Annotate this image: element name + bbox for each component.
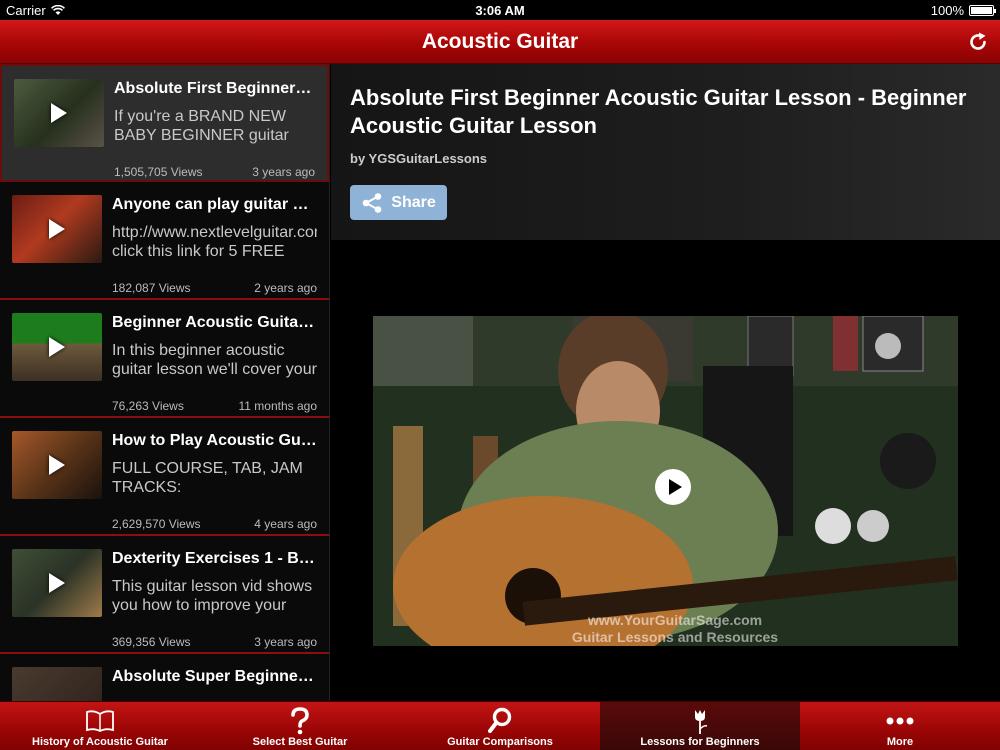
video-thumbnail: [12, 313, 102, 381]
video-author: by YGSGuitarLessons: [350, 151, 488, 166]
video-thumbnail: [14, 79, 104, 147]
book-icon: [86, 710, 114, 733]
view-count: 369,356 Views: [112, 635, 191, 649]
tab-bar: History of Acoustic Guitar Select Best G…: [0, 701, 1000, 750]
video-list-item[interactable]: Absolute Super Beginner Lesson: [0, 654, 329, 701]
video-description: In this beginner acoustic guitar lesson …: [112, 342, 317, 378]
video-title: Beginner Acoustic Guitar Lesson #1: [112, 314, 317, 331]
page-title: Acoustic Guitar: [421, 29, 579, 53]
play-icon: [49, 219, 65, 239]
battery-percent: 100%: [930, 2, 964, 18]
carrier-label: Carrier: [6, 2, 46, 18]
tab-label: More: [886, 736, 914, 748]
watermark-line1: www.YourGuitarSage.com: [587, 612, 763, 628]
battery-icon: [969, 4, 996, 16]
video-age: 2 years ago: [254, 281, 317, 295]
video-list-item[interactable]: Anyone can play guitar easily http://www…: [0, 182, 329, 300]
video-list-item[interactable]: Dexterity Exercises 1 - Beginner This gu…: [0, 536, 329, 654]
tab-label: History of Acoustic Guitar: [32, 736, 168, 748]
video-title: Absolute First Beginner Acoustic Guitar …: [114, 80, 315, 97]
view-count: 1,505,705 Views: [114, 165, 203, 179]
refresh-icon: [970, 32, 986, 50]
tab-select-guitar[interactable]: Select Best Guitar: [200, 702, 400, 750]
video-age: 3 years ago: [254, 635, 317, 649]
magnifier-icon: [488, 707, 512, 733]
play-icon: [49, 455, 65, 475]
video-age: 3 years ago: [252, 165, 315, 179]
video-description: FULL COURSE, TAB, JAM TRACKS:: [112, 460, 303, 496]
view-count: 76,263 Views: [112, 399, 184, 413]
watermark-line2: Guitar Lessons and Resources: [571, 629, 779, 645]
video-watermark: www.YourGuitarSage.com Guitar Lessons an…: [545, 612, 805, 646]
question-icon: [291, 707, 309, 735]
video-thumbnail: [12, 549, 102, 617]
video-detail-title: Absolute First Beginner Acoustic Guitar …: [350, 85, 967, 138]
tab-label: Lessons for Beginners: [640, 736, 760, 748]
video-title: Absolute Super Beginner Lesson: [112, 668, 317, 685]
video-title: Anyone can play guitar easily: [112, 196, 317, 213]
nav-bar: Acoustic Guitar: [0, 20, 1000, 64]
view-count: 2,629,570 Views: [112, 517, 201, 531]
view-count: 182,087 Views: [112, 281, 191, 295]
tulip-icon: [695, 710, 708, 734]
video-thumbnail: [12, 667, 102, 701]
share-label: Share: [391, 193, 436, 211]
status-left: Carrier: [6, 3, 65, 18]
clock: 3:06 AM: [475, 2, 525, 18]
play-icon: [49, 573, 65, 593]
tab-comparisons[interactable]: Guitar Comparisons: [400, 702, 600, 750]
status-right: 100%: [930, 2, 996, 18]
more-dots-icon: [886, 717, 914, 725]
video-age: 11 months ago: [238, 399, 318, 413]
tab-lessons[interactable]: Lessons for Beginners: [600, 702, 800, 750]
video-age: 4 years ago: [254, 517, 317, 531]
video-description: If you're a BRAND NEW BABY BEGINNER guit…: [114, 108, 289, 144]
video-list-item[interactable]: How to Play Acoustic Guitar FULL COURSE,…: [0, 418, 329, 536]
share-icon: [362, 192, 382, 213]
wifi-icon: [50, 4, 65, 15]
video-list-item[interactable]: Beginner Acoustic Guitar Lesson #1 In th…: [0, 300, 329, 418]
share-button[interactable]: Share: [350, 185, 447, 220]
video-title: Dexterity Exercises 1 - Beginner: [112, 550, 317, 567]
play-icon: [51, 103, 67, 123]
video-thumbnail: [12, 431, 102, 499]
video-description: http://www.nextlevelguitar.com click thi…: [112, 224, 317, 260]
play-icon: [49, 337, 65, 357]
video-thumbnail: [12, 195, 102, 263]
video-description: This guitar lesson vid shows you how to …: [112, 578, 313, 614]
tab-more[interactable]: More: [800, 702, 1000, 750]
video-play-button[interactable]: [655, 469, 691, 505]
video-list-item[interactable]: Absolute First Beginner Acoustic Guitar …: [0, 64, 329, 182]
tab-label: Guitar Comparisons: [447, 736, 553, 748]
refresh-button[interactable]: [964, 28, 992, 56]
video-detail-header: Absolute First Beginner Acoustic Guitar …: [331, 64, 1000, 240]
video-list[interactable]: Absolute First Beginner Acoustic Guitar …: [0, 64, 330, 701]
status-bar: Carrier 3:06 AM 100%: [0, 0, 1000, 20]
tab-history[interactable]: History of Acoustic Guitar: [0, 702, 200, 750]
tab-label: Select Best Guitar: [252, 736, 348, 748]
video-title: How to Play Acoustic Guitar: [112, 432, 317, 449]
